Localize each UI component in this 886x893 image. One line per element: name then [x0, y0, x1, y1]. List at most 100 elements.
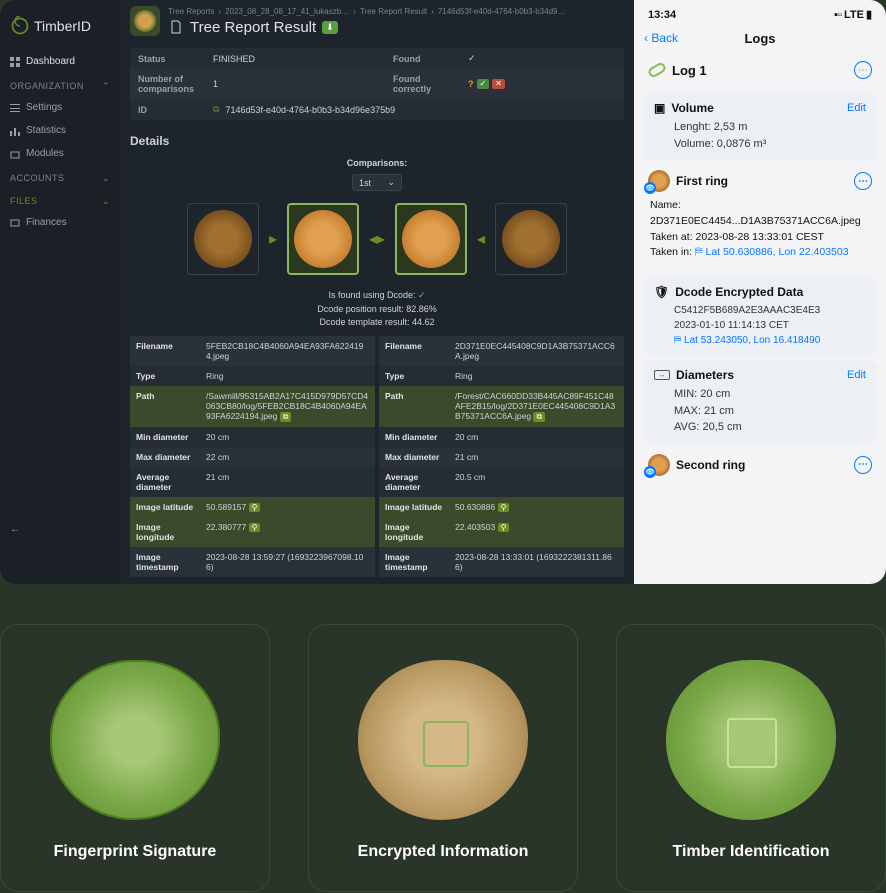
- thumbnail-selected[interactable]: [395, 203, 467, 275]
- dcode-card: 🛡 Dcode Encrypted Data C5412F5B689A2E3AA…: [644, 277, 876, 356]
- chevron-up-icon: ⌃: [102, 81, 110, 92]
- crumb[interactable]: Tree Reports: [168, 7, 214, 16]
- ring-taken-at: Taken at: 2023-08-28 13:33:01 CEST: [650, 230, 870, 246]
- more-button[interactable]: ⋯: [854, 456, 872, 474]
- thumbnail[interactable]: [187, 203, 259, 275]
- arrow-right-icon: ▸: [269, 229, 277, 249]
- dcode-summary: Is found using Dcode: ✓ Dcode position r…: [120, 287, 634, 332]
- feature-title: Fingerprint Signature: [54, 843, 217, 861]
- edit-button[interactable]: Edit: [847, 369, 866, 381]
- signal-icon: ▪▫: [834, 9, 842, 21]
- diameter-avg: AVG: 20,5 cm: [674, 419, 866, 436]
- map-icon[interactable]: ⚲: [249, 503, 261, 512]
- brand: TimberID: [0, 8, 120, 50]
- feature-encrypted: Encrypted Information: [308, 624, 578, 892]
- id-value: 7146d53f-e40d-4764-b0b3-b34d96e375b9: [225, 105, 395, 115]
- map-icon[interactable]: ⚲: [249, 523, 261, 532]
- grid-icon: [10, 57, 20, 67]
- chevron-down-icon: ⌄: [102, 173, 110, 184]
- volume-card: ▣ Volume Edit Lenght: 2,53 m Volume: 0,0…: [644, 93, 876, 160]
- nav-finances[interactable]: Finances: [0, 211, 120, 234]
- edit-button[interactable]: Edit: [847, 102, 866, 114]
- battery-icon: ▮: [866, 8, 872, 21]
- map-icon[interactable]: ⚲: [498, 503, 510, 512]
- chevron-down-icon: ⌄: [102, 196, 110, 207]
- nav-header-accounts[interactable]: ACCOUNTS ⌄: [0, 165, 120, 188]
- copy-icon[interactable]: ⧉: [533, 412, 545, 422]
- mobile-navbar: ‹ Back Logs: [634, 25, 886, 51]
- fingerprint-graphic: [50, 660, 220, 820]
- shield-icon: 🛡: [654, 285, 669, 299]
- map-icon[interactable]: ⚲: [498, 523, 510, 532]
- eye-icon: 👁: [644, 466, 656, 478]
- clock: 13:34: [648, 9, 676, 21]
- sliders-icon: [10, 103, 20, 113]
- modules-icon: [10, 149, 20, 159]
- feature-fingerprint: Fingerprint Signature: [0, 624, 270, 892]
- thumbnail-row: ▸ ◂▸ ◂: [120, 191, 634, 287]
- check-icon: ✓: [418, 290, 426, 300]
- feature-title: Encrypted Information: [358, 843, 529, 861]
- details-heading: Details: [120, 126, 634, 152]
- nav-statistics[interactable]: Statistics: [0, 119, 120, 142]
- found-value: ✓: [460, 48, 624, 69]
- first-ring-header: 👁 First ring ⋯ Name: 2D371E0EC4454...D1A…: [644, 164, 876, 273]
- more-button[interactable]: ⋯: [854, 172, 872, 190]
- arrow-left-icon: ◂: [477, 229, 485, 249]
- ring-name: Name: 2D371E0EC4454...D1A3B75371ACC6A.jp…: [650, 198, 870, 230]
- thumbnail[interactable]: [495, 203, 567, 275]
- diameter-icon: ↔: [654, 370, 670, 380]
- status-table: Status FINISHED Found ✓ Number of compar…: [130, 48, 624, 120]
- ring-location-link[interactable]: Lat 50.630886, Lon 22.403503: [706, 246, 849, 258]
- comparisons-heading: Comparisons:: [120, 152, 634, 174]
- nav-settings[interactable]: Settings: [0, 96, 120, 119]
- page-title: Tree Report Result: [190, 19, 316, 36]
- nav-dashboard[interactable]: Dashboard: [0, 50, 120, 73]
- nav-modules[interactable]: Modules: [0, 142, 120, 165]
- diameter-max: MAX: 21 cm: [674, 403, 866, 420]
- mark-correct-button[interactable]: ✓: [477, 79, 490, 89]
- status-value: FINISHED: [205, 48, 385, 69]
- org-badge[interactable]: [130, 6, 160, 36]
- length-value: Lenght: 2,53 m: [674, 119, 866, 136]
- copy-icon[interactable]: ⧉: [280, 412, 292, 422]
- feature-row: Fingerprint Signature Encrypted Informat…: [0, 584, 886, 892]
- download-button[interactable]: ⬇: [322, 21, 338, 34]
- ring-icon: 👁: [648, 170, 670, 192]
- copy-icon[interactable]: ⧉: [213, 104, 219, 115]
- second-ring-header: 👁 Second ring ⋯: [644, 448, 876, 482]
- volume-value: Volume: 0,0876 m³: [674, 136, 866, 153]
- encrypted-graphic: [358, 660, 528, 820]
- diameters-card: ↔ Diameters Edit MIN: 20 cm MAX: 21 cm A…: [644, 360, 876, 444]
- arrow-exchange-icon: ◂▸: [369, 229, 385, 249]
- num-comparisons-value: 1: [205, 69, 385, 99]
- question-icon: ?: [468, 79, 474, 89]
- brand-logo-icon: [10, 16, 30, 36]
- breadcrumb: Tree Reports› 2023_08_28_08_17_41_lukasz…: [120, 0, 634, 42]
- ring-icon: 👁: [648, 454, 670, 476]
- dcode-id: C5412F5B689A2E3AAAC3E4E3: [674, 303, 866, 318]
- crumb[interactable]: Tree Report Result: [360, 7, 427, 16]
- details-table-right: Filename2D371E0EC445408C9D1A3B75371ACC6A…: [379, 336, 624, 577]
- mark-incorrect-button[interactable]: ✕: [492, 79, 505, 89]
- dcode-location-link[interactable]: Lat 53.243050, Lon 16.418490: [684, 335, 820, 346]
- collapse-sidebar-button[interactable]: ←: [0, 514, 120, 545]
- network-label: LTE: [844, 9, 864, 21]
- mobile-screen: 13:34 ▪▫ LTE ▮ ‹ Back Logs Log 1 ⋯ ▣ Vol…: [634, 0, 886, 584]
- chevron-down-icon: ⌄: [387, 177, 395, 188]
- log-icon: [647, 61, 668, 79]
- mobile-statusbar: 13:34 ▪▫ LTE ▮: [634, 0, 886, 25]
- map-pin-icon: ⛿: [695, 246, 703, 258]
- money-icon: [10, 218, 20, 228]
- brand-text: TimberID: [34, 18, 91, 34]
- nav-header-organization[interactable]: ORGANIZATION ⌃: [0, 73, 120, 96]
- id-label: ID: [130, 99, 205, 120]
- crumb[interactable]: 2023_08_28_08_17_41_lukaszb…: [225, 7, 349, 16]
- crumb: 7146d53f-e40d-4764-b0b3-b34d9…: [438, 7, 566, 16]
- nav-header-files[interactable]: FILES ⌄: [0, 188, 120, 211]
- sidebar: TimberID Dashboard ORGANIZATION ⌃ Settin…: [0, 0, 120, 584]
- comparison-selector[interactable]: 1st ⌄: [352, 174, 402, 191]
- thumbnail-selected[interactable]: [287, 203, 359, 275]
- feature-title: Timber Identification: [672, 843, 829, 861]
- more-button[interactable]: ⋯: [854, 61, 872, 79]
